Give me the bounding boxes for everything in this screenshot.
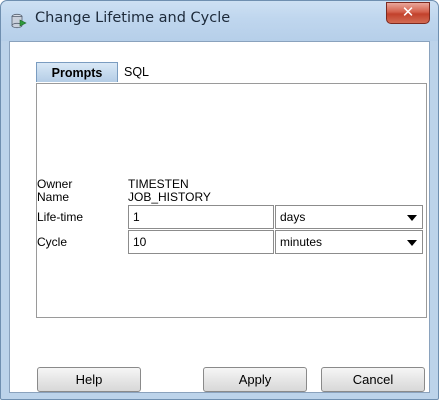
cancel-button[interactable]: Cancel — [321, 367, 425, 392]
cycle-unit-value: minutes — [280, 235, 323, 249]
apply-button[interactable]: Apply — [203, 367, 307, 392]
lifetime-unit-select[interactable]: days — [275, 205, 423, 229]
close-icon: ✕ — [401, 3, 415, 21]
close-button[interactable]: ✕ — [386, 2, 430, 24]
owner-label: Owner — [37, 177, 73, 191]
name-value: JOB_HISTORY — [128, 190, 211, 204]
database-icon — [11, 13, 27, 29]
tab-sql[interactable]: SQL — [124, 62, 149, 82]
dialog-window: Change Lifetime and Cycle ✕ Prompts SQL … — [0, 0, 439, 400]
lifetime-label: Life-time — [37, 210, 84, 224]
chevron-down-icon — [407, 215, 417, 221]
lifetime-input[interactable]: 1 — [128, 205, 274, 229]
lifetime-unit-value: days — [280, 210, 306, 224]
cycle-unit-select[interactable]: minutes — [275, 230, 423, 254]
title-bar[interactable]: Change Lifetime and Cycle ✕ — [1, 1, 438, 41]
help-button[interactable]: Help — [37, 367, 141, 392]
owner-value: TIMESTEN — [128, 177, 189, 191]
cycle-input[interactable]: 10 — [128, 230, 274, 254]
name-label: Name — [37, 190, 70, 204]
dialog-content: Prompts SQL Owner TIMESTEN Name JOB_HIST… — [9, 41, 430, 393]
tab-prompts[interactable]: Prompts — [36, 62, 118, 82]
prompts-panel: Owner TIMESTEN Name JOB_HISTORY Life-tim… — [36, 83, 427, 318]
window-title: Change Lifetime and Cycle — [35, 10, 231, 26]
chevron-down-icon — [407, 240, 417, 246]
cycle-label: Cycle — [37, 235, 68, 249]
